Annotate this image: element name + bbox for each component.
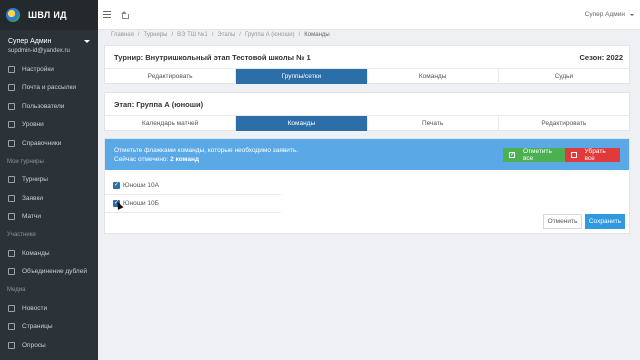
brand[interactable]: ШВЛ ИД [0, 0, 98, 30]
selected-count: 2 команд [170, 155, 200, 163]
sidebar-section-participants: Участники [7, 232, 36, 238]
chevron-down-icon[interactable] [84, 40, 90, 43]
stage-tabs: Календарь матчей Команды Печать Редактир… [105, 115, 629, 131]
sidebar-item-label: Заявки [22, 194, 43, 202]
top-user-menu[interactable]: Супер Админ [585, 11, 634, 18]
match-icon [8, 213, 15, 221]
season-label: Сезон: 2022 [579, 52, 623, 62]
sidebar-item-news[interactable]: Новости [0, 299, 98, 318]
user-block[interactable]: Супер Админ supdmin-id@yandex.ru [0, 30, 98, 60]
sidebar-item-label: Команды [22, 249, 50, 257]
document-icon [8, 194, 15, 202]
sidebar-item-levels[interactable]: Уровни [0, 116, 98, 135]
breadcrumb: Главная / Турниры / ВЭ ТШ №1/ Этапы / Групп… [111, 31, 330, 39]
poll-icon [8, 341, 15, 349]
home-icon[interactable] [121, 11, 129, 19]
app-title: ШВЛ ИД [28, 10, 67, 20]
sidebar-item-users[interactable]: Пользователи [0, 97, 98, 116]
team-list: ✓ Юноши 10А ✓ Юноши 10Б [105, 177, 281, 213]
users-icon [8, 102, 15, 110]
sidebar-item-label: Опросы [22, 341, 46, 349]
sidebar-item-matches[interactable]: Матчи [0, 208, 98, 227]
sidebar-item-label: Матчи [22, 213, 41, 221]
list-item[interactable]: ✓ Юноши 10А [105, 177, 281, 195]
team-selection-card: Отметьте флажками команды, которые необх… [104, 138, 630, 234]
sidebar-item-teams[interactable]: Команды [0, 244, 98, 263]
cancel-button[interactable]: Отменить [543, 214, 582, 229]
sidebar-item-label: Страницы [22, 323, 53, 331]
mail-icon [8, 84, 15, 92]
logo-icon [6, 8, 20, 22]
merge-icon [8, 268, 15, 276]
page-icon [8, 323, 15, 331]
sidebar-item-settings[interactable]: Настройки [0, 60, 98, 79]
sidebar-item-label: Уровни [22, 121, 44, 129]
sidebar-section-media: Медиа [7, 287, 26, 293]
sidebar-item-label: Почта и рассылки [22, 84, 76, 92]
tab-stage-teams[interactable]: Команды [236, 116, 368, 131]
book-icon [8, 139, 15, 147]
breadcrumb-item[interactable]: Главная [111, 31, 134, 39]
sidebar-item-label: Пользователи [22, 102, 65, 110]
tab-groups[interactable]: Группы/сетки [236, 69, 368, 84]
breadcrumb-item[interactable]: Этапы [217, 31, 235, 39]
checkbox-checked-icon: ✓ [509, 151, 516, 158]
user-name: Супер Админ [8, 38, 52, 45]
tab-referees[interactable]: Судьи [499, 69, 629, 84]
sidebar-item-label: Настройки [22, 65, 54, 73]
top-user-name: Супер Админ [584, 11, 625, 18]
sidebar-item-label: Объединение дублей [22, 268, 87, 276]
form-actions: Отменить Сохранить [543, 214, 625, 229]
sidebar-item-applications[interactable]: Заявки [0, 189, 98, 208]
chevron-down-icon [630, 13, 634, 16]
deselect-all-label: Убрать все [584, 147, 606, 162]
select-all-button[interactable]: ✓ Отметить все [503, 147, 565, 162]
settings-icon [8, 65, 15, 73]
list-item[interactable]: ✓ Юноши 10Б [105, 195, 281, 213]
save-button[interactable]: Сохранить [585, 214, 625, 229]
info-alert: Отметьте флажками команды, которые необх… [105, 139, 629, 170]
checkbox[interactable]: ✓ [113, 182, 120, 189]
sidebar-section-tournaments: Мои турниры [7, 158, 44, 165]
breadcrumb-item[interactable]: Турниры [144, 31, 168, 39]
alert-line-2: Сейчас отмечено: [114, 155, 169, 163]
stage-title: Этап: Группа А (юноши) [114, 99, 204, 109]
tab-teams[interactable]: Команды [368, 69, 499, 84]
breadcrumb-item[interactable]: ВЭ ТШ №1 [177, 31, 208, 39]
news-icon [8, 304, 15, 312]
menu-icon[interactable] [103, 11, 111, 18]
user-email: supdmin-id@yandex.ru [8, 48, 70, 54]
tournament-card: Турнир: Внутришкольный этап Тестовой шко… [104, 45, 630, 84]
sidebar-item-merge-duplicates[interactable]: Объединение дублей [0, 263, 98, 282]
sidebar-item-mail[interactable]: Почта и рассылки [0, 79, 98, 98]
tab-print[interactable]: Печать [368, 116, 499, 131]
sidebar-item-label: Справочники [22, 139, 62, 147]
breadcrumb-item[interactable]: Группа А (юноши) [245, 31, 295, 39]
checkbox-empty-icon [571, 151, 577, 158]
sidebar-item-label: Новости [22, 304, 48, 312]
sidebar-item-references[interactable]: Справочники [0, 134, 98, 153]
stage-card: Этап: Группа А (юноши) Календарь матчей … [104, 92, 630, 131]
deselect-all-button[interactable]: Убрать все [565, 147, 620, 162]
levels-icon [8, 121, 15, 129]
sidebar-item-polls[interactable]: Опросы [0, 336, 98, 355]
tab-edit[interactable]: Редактировать [105, 69, 237, 84]
sidebar-item-pages[interactable]: Страницы [0, 318, 98, 337]
tournament-tabs: Редактировать Группы/сетки Команды Судьи [105, 68, 629, 84]
team-name: Юноши 10А [123, 182, 159, 189]
breadcrumb-current: Команды [304, 32, 330, 38]
tab-stage-edit[interactable]: Редактировать [499, 116, 629, 131]
topbar: Супер Админ [98, 0, 640, 30]
tournament-title: Турнир: Внутришкольный этап Тестовой шко… [114, 52, 311, 62]
tab-calendar[interactable]: Календарь матчей [105, 116, 237, 131]
sidebar: ШВЛ ИД Супер Админ supdmin-id@yandex.ru … [0, 0, 98, 360]
sidebar-item-label: Турниры [22, 176, 48, 184]
sidebar-item-tournaments[interactable]: Турниры [0, 171, 98, 190]
team-icon [8, 249, 15, 257]
alert-line-1: Отметьте флажками команды, которые необх… [114, 146, 299, 154]
team-name: Юноши 10Б [123, 200, 159, 207]
select-all-label: Отметить все [523, 147, 552, 162]
trophy-icon [8, 176, 15, 184]
